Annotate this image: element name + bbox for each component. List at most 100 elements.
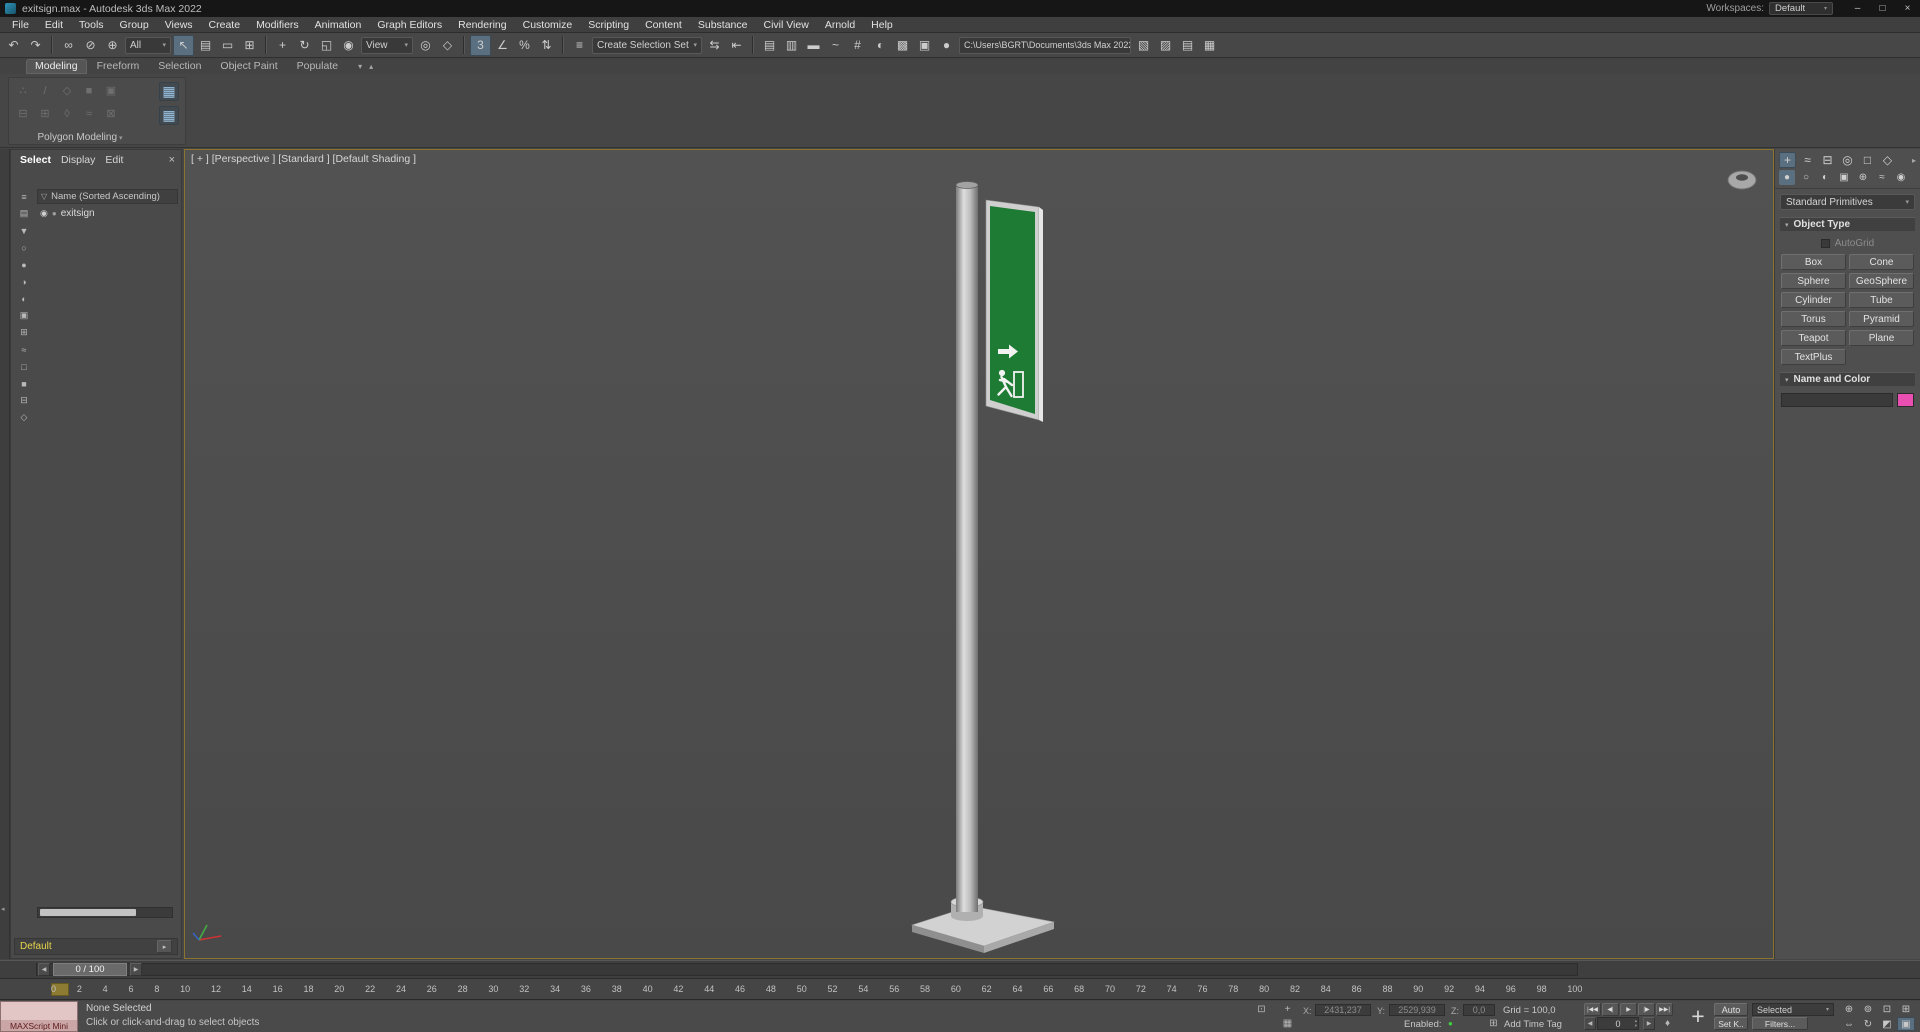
material-editor-icon[interactable]: ◐ bbox=[870, 35, 891, 56]
show-cameras-icon[interactable]: ▣ bbox=[17, 309, 32, 322]
navigation-puck-icon[interactable] bbox=[1727, 170, 1757, 190]
new-key-icon[interactable]: ♦ bbox=[1660, 1017, 1675, 1030]
monitor-arrow-icon[interactable]: ▨ bbox=[1155, 35, 1176, 56]
play-button[interactable]: ▶ bbox=[1620, 1003, 1637, 1016]
object-color-swatch[interactable] bbox=[1897, 393, 1914, 407]
menu-item[interactable]: Graph Editors bbox=[369, 18, 450, 32]
menu-item[interactable]: Edit bbox=[37, 18, 71, 32]
menu-item[interactable]: Views bbox=[157, 18, 201, 32]
attach-icon[interactable]: ⊞ bbox=[37, 106, 53, 121]
track-bar[interactable]: 0 2 4 6 8 10 12 14 16 18 20 22 24 26 28 30 32 34 36 38 40 42 4… bbox=[0, 980, 1920, 1000]
maxscript-mini-listener[interactable]: MAXScript Mini bbox=[0, 1001, 78, 1032]
viewport-label[interactable]: [ + ] [Perspective ] [Standard ] [Defaul… bbox=[191, 153, 416, 165]
tab-display[interactable]: Display bbox=[56, 153, 100, 167]
select-and-rotate-icon[interactable]: ↻ bbox=[294, 35, 315, 56]
angle-snap-icon[interactable]: ∠ bbox=[492, 35, 513, 56]
pick-parent-icon[interactable]: ◇ bbox=[17, 411, 32, 424]
tab-modeling[interactable]: Modeling bbox=[26, 59, 87, 74]
render-setup-icon[interactable]: ▩ bbox=[892, 35, 913, 56]
autogrid-checkbox[interactable] bbox=[1820, 238, 1830, 248]
vertex-mode-icon[interactable]: ∴ bbox=[15, 83, 31, 98]
current-frame-spinner[interactable]: 0 ▴ ▾ bbox=[1597, 1017, 1639, 1030]
tab-object-paint[interactable]: Object Paint bbox=[211, 59, 286, 74]
large-plus-icon[interactable]: + bbox=[1684, 1001, 1712, 1031]
select-by-name-icon[interactable]: ▤ bbox=[195, 35, 216, 56]
utilities-tab-icon[interactable]: ◇ bbox=[1879, 152, 1896, 168]
workspaces-dropdown[interactable]: Default bbox=[1769, 2, 1833, 15]
element-mode-icon[interactable]: ▣ bbox=[103, 83, 119, 98]
select-and-manipulate-icon[interactable]: ◇ bbox=[437, 35, 458, 56]
show-xrefs-icon[interactable]: ■ bbox=[17, 377, 32, 390]
menu-item[interactable]: Animation bbox=[307, 18, 370, 32]
menu-item[interactable]: Substance bbox=[690, 18, 756, 32]
window-crossing-icon[interactable]: ⊞ bbox=[239, 35, 260, 56]
time-config-icon[interactable]: ▦ bbox=[1280, 1017, 1295, 1030]
schematic-view-icon[interactable]: # bbox=[847, 35, 868, 56]
menu-item[interactable]: File bbox=[4, 18, 37, 32]
menu-item[interactable]: Content bbox=[637, 18, 690, 32]
reference-coordinate-dropdown[interactable]: View bbox=[361, 36, 413, 54]
selection-lock-toggle-icon[interactable]: ⊡ bbox=[1254, 1003, 1269, 1016]
panel-tabs-overflow-icon[interactable]: ▸ bbox=[1912, 156, 1916, 165]
name-and-color-rollout-header[interactable]: ▾ Name and Color bbox=[1779, 372, 1916, 387]
object-type-button[interactable]: Plane bbox=[1849, 330, 1914, 346]
zoom-extents-icon[interactable]: ⊡ bbox=[1878, 1002, 1896, 1016]
rendered-frame-window-icon[interactable]: ▣ bbox=[914, 35, 935, 56]
field-of-view-icon[interactable]: ◩ bbox=[1878, 1017, 1896, 1031]
pan-icon[interactable]: ⇔ bbox=[1840, 1017, 1858, 1031]
sort-header[interactable]: ▽ Name (Sorted Ascending) bbox=[37, 189, 178, 204]
edge-mode-icon[interactable]: / bbox=[37, 83, 53, 98]
select-and-scale-icon[interactable]: ◱ bbox=[316, 35, 337, 56]
horizontal-scrollbar[interactable] bbox=[37, 907, 173, 918]
perspective-viewport[interactable]: [ + ] [Perspective ] [Standard ] [Defaul… bbox=[184, 149, 1774, 959]
object-type-button[interactable]: Teapot bbox=[1781, 330, 1846, 346]
monitor-icon[interactable]: ▧ bbox=[1133, 35, 1154, 56]
spinner-arrows-icon[interactable]: ▴ ▾ bbox=[1635, 1018, 1637, 1028]
maximize-viewport-toggle-icon[interactable]: ▣ bbox=[1897, 1017, 1915, 1031]
motion-tab-icon[interactable]: ◎ bbox=[1839, 152, 1856, 168]
menu-item[interactable]: Help bbox=[863, 18, 901, 32]
project-folder-dropdown[interactable]: C:\Users\BGRT\Documents\3ds Max 2022 bbox=[959, 36, 1131, 54]
show-shapes-icon[interactable]: ◑ bbox=[17, 275, 32, 288]
pin-stack-icon[interactable]: ▦ bbox=[159, 106, 179, 125]
time-slider-track[interactable] bbox=[36, 963, 1578, 976]
hide-none-icon[interactable]: ○ bbox=[17, 241, 32, 254]
toggle-command-panel-icon[interactable]: ▦ bbox=[159, 82, 179, 101]
add-time-tag-label[interactable]: Add Time Tag bbox=[1504, 1019, 1562, 1030]
menu-item[interactable]: Rendering bbox=[450, 18, 514, 32]
selection-filter-dropdown[interactable]: All bbox=[125, 36, 171, 54]
object-type-button[interactable]: Cylinder bbox=[1781, 292, 1846, 308]
menu-item[interactable]: Scripting bbox=[580, 18, 637, 32]
cameras-category-icon[interactable]: ▣ bbox=[1836, 170, 1852, 185]
menu-item[interactable]: Modifiers bbox=[248, 18, 307, 32]
key-selection-dropdown[interactable]: Selected bbox=[1752, 1003, 1834, 1016]
add-time-tag-icon[interactable]: ⊞ bbox=[1486, 1017, 1501, 1030]
next-frame-nudge[interactable]: ▶ bbox=[130, 963, 142, 976]
polygon-mode-icon[interactable]: ■ bbox=[81, 83, 97, 98]
key-filters-button[interactable]: Filters... bbox=[1752, 1017, 1808, 1030]
frame-back-nudge[interactable]: ◀ bbox=[1584, 1017, 1596, 1030]
tab-populate[interactable]: Populate bbox=[288, 59, 347, 74]
percent-snap-icon[interactable]: % bbox=[514, 35, 535, 56]
monitor-gear-icon[interactable]: ▤ bbox=[1177, 35, 1198, 56]
show-lights-icon[interactable]: ◐ bbox=[17, 292, 32, 305]
tab-select[interactable]: Select bbox=[15, 153, 56, 167]
edit-named-selection-sets-icon[interactable]: ≡ bbox=[569, 35, 590, 56]
snap-toggle-3d-icon[interactable]: 3 bbox=[470, 34, 491, 56]
menu-item[interactable]: Tools bbox=[71, 18, 112, 32]
x-coordinate-field[interactable]: 2431,237 bbox=[1315, 1004, 1371, 1016]
show-groups-icon[interactable]: □ bbox=[17, 360, 32, 373]
object-type-button[interactable]: Torus bbox=[1781, 311, 1846, 327]
object-type-button[interactable]: Box bbox=[1781, 254, 1846, 270]
minimize-ribbon-icon[interactable]: ▴ bbox=[369, 62, 373, 71]
border-mode-icon[interactable]: ◇ bbox=[59, 83, 75, 98]
zoom-all-icon[interactable]: ⊚ bbox=[1859, 1002, 1877, 1016]
systems-category-icon[interactable]: ◉ bbox=[1893, 170, 1909, 185]
rectangular-selection-region-icon[interactable]: ▭ bbox=[217, 35, 238, 56]
close-button[interactable]: × bbox=[1895, 0, 1920, 17]
create-tab-icon[interactable]: + bbox=[1779, 152, 1796, 168]
zoom-icon[interactable]: ⊕ bbox=[1840, 1002, 1858, 1016]
previous-frame-button[interactable]: ◀| bbox=[1602, 1003, 1619, 1016]
menu-item[interactable]: Arnold bbox=[817, 18, 863, 32]
object-type-button[interactable]: GeoSphere bbox=[1849, 273, 1914, 289]
